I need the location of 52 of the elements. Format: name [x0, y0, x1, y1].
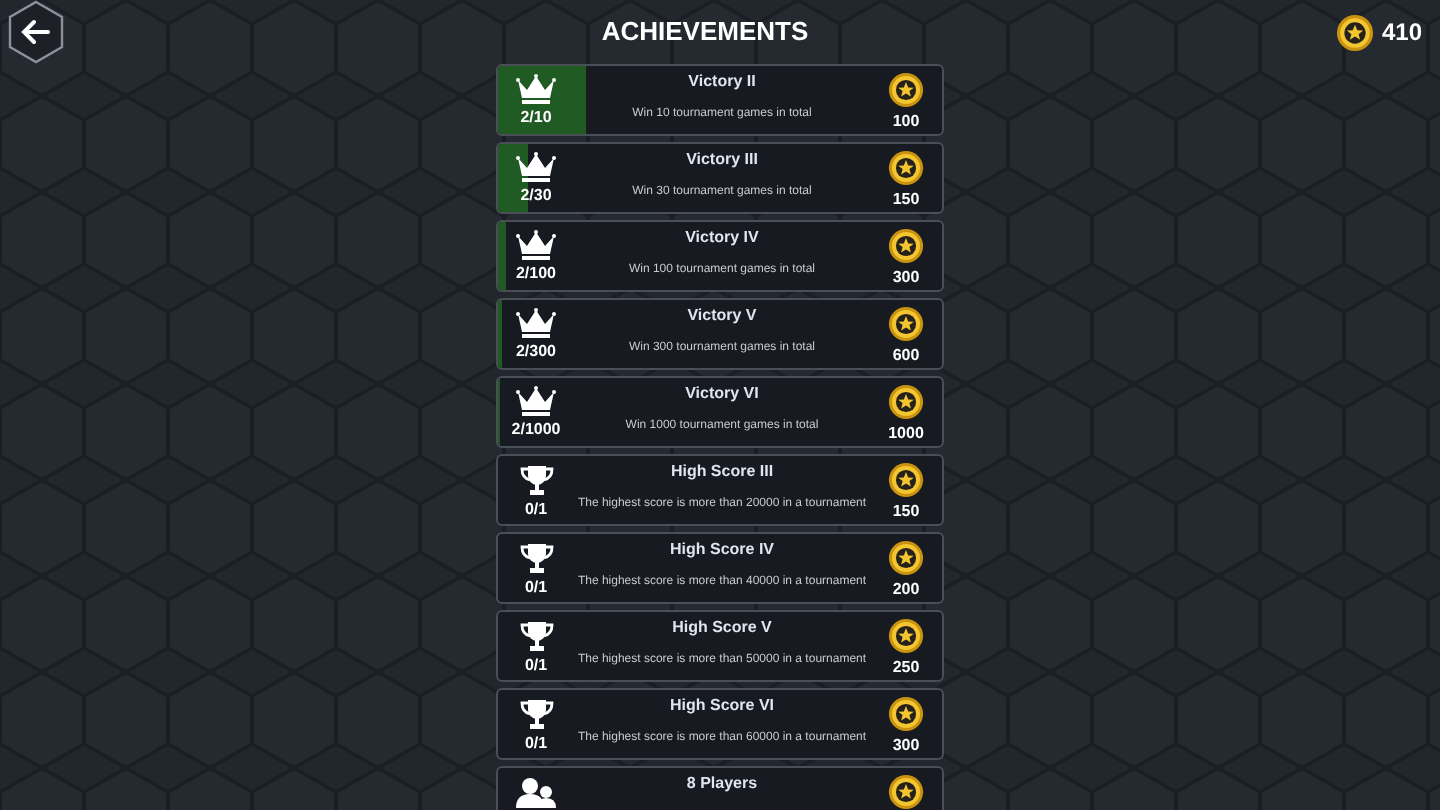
coin-icon [888, 228, 924, 264]
coin-balance: 410 [1381, 16, 1422, 50]
reward-amount: 150 [892, 502, 920, 522]
reward-amount: 150 [892, 190, 920, 210]
progress-text: 2/300 [515, 342, 557, 362]
coin-icon [888, 696, 924, 732]
achievement-title: Victory IV [685, 226, 759, 250]
progress-text: 2/100 [515, 264, 557, 284]
achievement-title: High Score VI [669, 694, 774, 718]
crown-icon [516, 74, 556, 104]
achievement-title: High Score IV [669, 538, 774, 562]
progress-text: 2/30 [520, 186, 552, 206]
screen-title: ACHIEVEMENTS [601, 14, 809, 51]
people-icon [516, 776, 556, 808]
achievement-title: Victory III [686, 148, 758, 172]
reward-amount: 300 [892, 736, 920, 756]
back-button[interactable] [6, 0, 66, 64]
coin-icon [888, 306, 924, 342]
coin-icon [888, 462, 924, 498]
achievement-title: High Score III [670, 460, 774, 484]
trophy-icon [519, 464, 553, 496]
reward-amount: 600 [892, 346, 920, 366]
trophy-icon [519, 620, 553, 652]
reward-amount: 250 [892, 658, 920, 678]
trophy-icon [519, 698, 553, 730]
reward-amount: 100 [892, 112, 920, 132]
progress-text: 2/1000 [511, 420, 561, 440]
crown-icon [516, 230, 556, 260]
progress-text: 2/10 [520, 108, 552, 128]
coin-icon [888, 150, 924, 186]
coin-icon [888, 540, 924, 576]
crown-icon [516, 386, 556, 416]
trophy-icon [519, 542, 553, 574]
progress-text: 0/1 [524, 656, 548, 676]
achievement-title: 8 Players [686, 772, 758, 796]
crown-icon [516, 152, 556, 182]
coin-icon [888, 72, 924, 108]
progress-text: 0/1 [524, 578, 548, 598]
reward-amount: 1000 [888, 424, 924, 444]
reward-amount: 300 [892, 268, 920, 288]
coin-icon [888, 384, 924, 420]
reward-amount: 200 [892, 580, 920, 600]
coin-icon [888, 618, 924, 654]
coin-icon [1335, 13, 1374, 51]
achievement-title: Victory V [687, 304, 757, 328]
progress-text: 0/1 [524, 734, 548, 754]
coin-icon [888, 774, 924, 810]
crown-icon [516, 308, 556, 338]
achievement-title: Victory II [688, 70, 756, 94]
achievement-title: Victory VI [685, 382, 759, 406]
progress-text: 0/1 [524, 500, 548, 520]
achievement-title: High Score V [672, 616, 772, 640]
